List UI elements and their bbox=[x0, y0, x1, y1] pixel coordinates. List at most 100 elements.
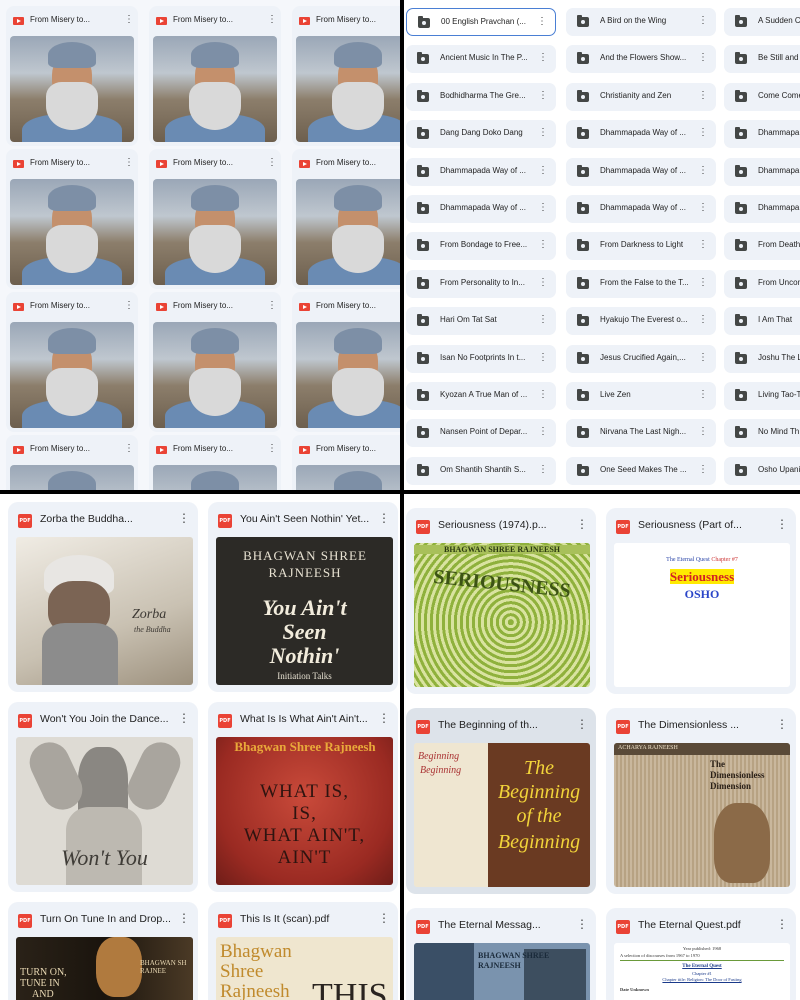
pdf-card[interactable]: PDF You Ain't Seen Nothin' Yet... ⋮ BHAG… bbox=[208, 502, 398, 692]
more-options-icon[interactable]: ⋮ bbox=[538, 277, 548, 288]
more-options-icon[interactable]: ⋮ bbox=[124, 442, 134, 456]
pdf-card[interactable]: PDF Seriousness (1974).p... ⋮ BHAGWAN SH… bbox=[406, 508, 596, 694]
more-options-icon[interactable]: ⋮ bbox=[538, 352, 548, 363]
pdf-card[interactable]: PDF The Dimensionless ... ⋮ ACHARYA RAJN… bbox=[606, 708, 796, 894]
more-options-icon[interactable]: ⋮ bbox=[178, 511, 190, 525]
folder-item[interactable]: From Bondage to Free... ⋮ bbox=[406, 232, 556, 261]
folder-item[interactable]: Dhammapada Way of ... ⋮ bbox=[406, 157, 556, 186]
more-options-icon[interactable]: ⋮ bbox=[698, 389, 708, 400]
folder-item[interactable]: And the Flowers Show... ⋮ bbox=[566, 45, 716, 74]
folder-item[interactable]: Joshu The L⋮ bbox=[724, 344, 800, 373]
more-options-icon[interactable]: ⋮ bbox=[378, 711, 390, 725]
more-options-icon[interactable]: ⋮ bbox=[698, 165, 708, 176]
folder-item[interactable]: From Uncon⋮ bbox=[724, 269, 800, 298]
video-card[interactable]: From Misery to...⋮ bbox=[149, 435, 281, 490]
more-options-icon[interactable]: ⋮ bbox=[698, 314, 708, 325]
more-options-icon[interactable]: ⋮ bbox=[776, 917, 788, 931]
more-options-icon[interactable]: ⋮ bbox=[698, 239, 708, 250]
folder-item[interactable]: Living Tao-T⋮ bbox=[724, 382, 800, 410]
folder-item[interactable]: No Mind Th⋮ bbox=[724, 419, 800, 448]
video-card[interactable]: From Misery to...⋮ bbox=[149, 149, 281, 289]
video-card[interactable]: From Misery to...⋮ bbox=[292, 6, 400, 146]
folder-item[interactable]: Ancient Music In The P... ⋮ bbox=[406, 45, 556, 74]
more-options-icon[interactable]: ⋮ bbox=[698, 352, 708, 363]
folder-item[interactable]: Nirvana The Last Nigh... ⋮ bbox=[566, 419, 716, 448]
more-options-icon[interactable]: ⋮ bbox=[267, 156, 277, 170]
more-options-icon[interactable]: ⋮ bbox=[698, 127, 708, 138]
pdf-card[interactable]: PDF The Beginning of th... ⋮ Beginning B… bbox=[406, 708, 596, 894]
more-options-icon[interactable]: ⋮ bbox=[698, 15, 708, 26]
more-options-icon[interactable]: ⋮ bbox=[576, 717, 588, 731]
more-options-icon[interactable]: ⋮ bbox=[124, 299, 134, 313]
folder-item[interactable]: From Death⋮ bbox=[724, 232, 800, 261]
more-options-icon[interactable]: ⋮ bbox=[776, 517, 788, 531]
more-options-icon[interactable]: ⋮ bbox=[538, 165, 548, 176]
folder-item[interactable]: Dhammapada Way of ... ⋮ bbox=[566, 120, 716, 149]
folder-item[interactable]: Dang Dang Doko Dang ⋮ bbox=[406, 120, 556, 149]
folder-item[interactable]: Bodhidharma The Gre... ⋮ bbox=[406, 82, 556, 111]
more-options-icon[interactable]: ⋮ bbox=[576, 517, 588, 531]
folder-item[interactable]: Come Come⋮ bbox=[724, 82, 800, 111]
folder-item[interactable]: From Personality to In... ⋮ bbox=[406, 269, 556, 298]
pdf-card[interactable]: PDF The Eternal Quest.pdf ⋮ Year publish… bbox=[606, 908, 796, 1000]
video-card[interactable]: From Misery to...⋮ bbox=[149, 6, 281, 146]
pdf-card[interactable]: PDF Turn On Tune In and Drop... ⋮ TURN O… bbox=[8, 902, 198, 1000]
more-options-icon[interactable]: ⋮ bbox=[178, 711, 190, 725]
more-options-icon[interactable]: ⋮ bbox=[538, 127, 548, 138]
more-options-icon[interactable]: ⋮ bbox=[538, 426, 548, 437]
more-options-icon[interactable]: ⋮ bbox=[267, 13, 277, 27]
more-options-icon[interactable]: ⋮ bbox=[698, 277, 708, 288]
more-options-icon[interactable]: ⋮ bbox=[267, 299, 277, 313]
folder-item[interactable]: Dhammapada Way of ... ⋮ bbox=[566, 195, 716, 223]
folder-item[interactable]: I Am That⋮ bbox=[724, 307, 800, 336]
pdf-card[interactable]: PDF What Is Is What Ain't Ain't... ⋮ Bha… bbox=[208, 702, 398, 892]
folder-item[interactable]: Nansen Point of Depar... ⋮ bbox=[406, 419, 556, 448]
more-options-icon[interactable]: ⋮ bbox=[698, 464, 708, 475]
folder-item[interactable]: Hyakujo The Everest o... ⋮ bbox=[566, 307, 716, 336]
folder-item[interactable]: Om Shantih Shantih S... ⋮ bbox=[406, 456, 556, 485]
more-options-icon[interactable]: ⋮ bbox=[698, 426, 708, 437]
more-options-icon[interactable]: ⋮ bbox=[576, 917, 588, 931]
more-options-icon[interactable]: ⋮ bbox=[538, 202, 548, 213]
video-card[interactable]: From Misery to...⋮ bbox=[6, 149, 138, 289]
folder-item[interactable]: Dhammapa⋮ bbox=[724, 157, 800, 186]
folder-item[interactable]: Dhammapada Way of ... ⋮ bbox=[406, 195, 556, 223]
more-options-icon[interactable]: ⋮ bbox=[178, 911, 190, 925]
more-options-icon[interactable]: ⋮ bbox=[698, 202, 708, 213]
video-card[interactable]: From Misery to...⋮ bbox=[149, 292, 281, 432]
folder-item[interactable]: Jesus Crucified Again,... ⋮ bbox=[566, 344, 716, 373]
pdf-card[interactable]: PDF Zorba the Buddha... ⋮ Zorba the Budd… bbox=[8, 502, 198, 692]
folder-item[interactable]: From the False to the T... ⋮ bbox=[566, 269, 716, 298]
pdf-card[interactable]: PDF The Eternal Messag... ⋮ BHAGWAN SHRE… bbox=[406, 908, 596, 1000]
folder-item[interactable]: Live Zen ⋮ bbox=[566, 382, 716, 410]
folder-item[interactable]: Osho Upani⋮ bbox=[724, 456, 800, 485]
folder-item[interactable]: A Bird on the Wing ⋮ bbox=[566, 8, 716, 36]
pdf-card[interactable]: PDF Won't You Join the Dance... ⋮ Won't … bbox=[8, 702, 198, 892]
pdf-card[interactable]: PDF This Is It (scan).pdf ⋮ Bhagwan Shre… bbox=[208, 902, 398, 1000]
video-card[interactable]: From Misery to...⋮ bbox=[292, 435, 400, 490]
folder-item[interactable]: Dhammapada Way of ... ⋮ bbox=[566, 157, 716, 186]
more-options-icon[interactable]: ⋮ bbox=[538, 314, 548, 325]
folder-item[interactable]: 00 English Pravchan (... ⋮ bbox=[406, 8, 556, 36]
folder-item[interactable]: Christianity and Zen ⋮ bbox=[566, 82, 716, 111]
more-options-icon[interactable]: ⋮ bbox=[538, 389, 548, 400]
more-options-icon[interactable]: ⋮ bbox=[267, 442, 277, 456]
folder-item[interactable]: Be Still and⋮ bbox=[724, 45, 800, 74]
more-options-icon[interactable]: ⋮ bbox=[538, 52, 548, 63]
more-options-icon[interactable]: ⋮ bbox=[124, 156, 134, 170]
folder-item[interactable]: Kyozan A True Man of ... ⋮ bbox=[406, 382, 556, 410]
folder-item[interactable]: Dhammapa⋮ bbox=[724, 195, 800, 223]
folder-item[interactable]: From Darkness to Light ⋮ bbox=[566, 232, 716, 261]
video-card[interactable]: From Misery to...⋮ bbox=[6, 6, 138, 146]
video-card[interactable]: From Misery to...⋮ bbox=[6, 292, 138, 432]
more-options-icon[interactable]: ⋮ bbox=[698, 52, 708, 63]
video-card[interactable]: From Misery to...⋮ bbox=[292, 292, 400, 432]
folder-item[interactable]: A Sudden C⋮ bbox=[724, 8, 800, 36]
more-options-icon[interactable]: ⋮ bbox=[776, 717, 788, 731]
more-options-icon[interactable]: ⋮ bbox=[538, 90, 548, 101]
more-options-icon[interactable]: ⋮ bbox=[537, 16, 547, 27]
more-options-icon[interactable]: ⋮ bbox=[538, 464, 548, 475]
folder-item[interactable]: One Seed Makes The ... ⋮ bbox=[566, 456, 716, 485]
folder-item[interactable]: Hari Om Tat Sat ⋮ bbox=[406, 307, 556, 336]
video-card[interactable]: From Misery to...⋮ bbox=[292, 149, 400, 289]
